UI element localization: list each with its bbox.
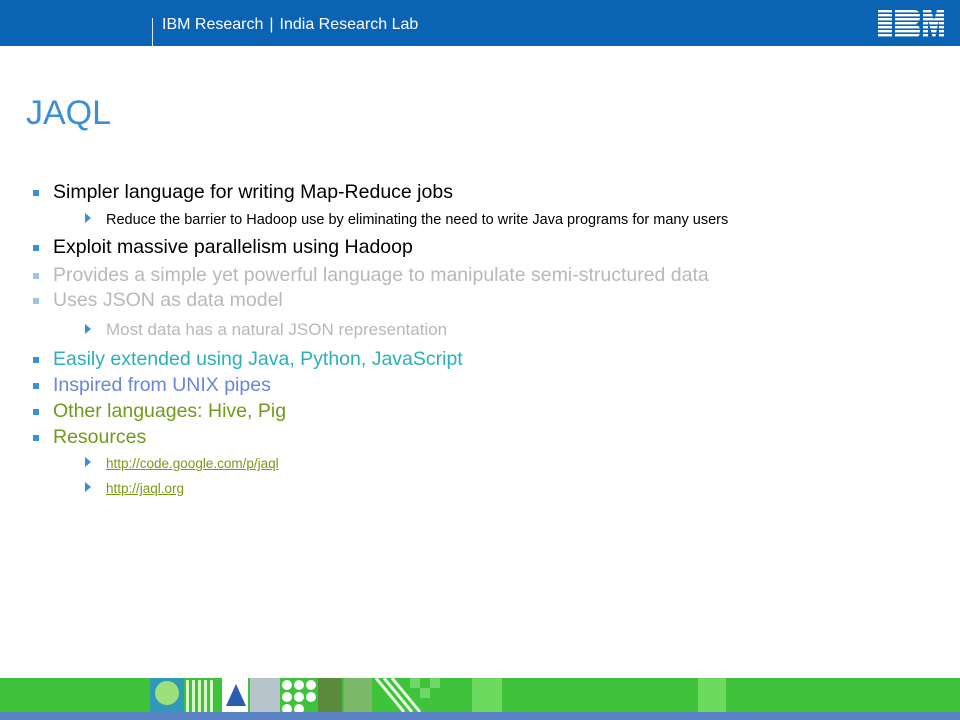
triangle-bullet-icon	[84, 212, 92, 224]
bullet-text: Inspired from UNIX pipes	[53, 374, 271, 396]
square-bullet-icon	[31, 243, 41, 253]
triangle-bullet-icon	[84, 456, 92, 468]
footer-blue-strip	[0, 712, 960, 720]
square-bullet-icon	[31, 271, 41, 281]
square-bullet-icon	[31, 355, 41, 365]
square-bullet-icon	[31, 188, 41, 198]
bullet-other-languages: Other languages: Hive, Pig	[31, 400, 286, 423]
footer-decoration	[0, 678, 960, 712]
bullet-text: Easily extended using Java, Python, Java…	[53, 348, 463, 370]
square-bullet-icon	[31, 407, 41, 417]
link-code-google-jaql[interactable]: http://code.google.com/p/jaql	[106, 456, 279, 471]
slide-content: Simpler language for writing Map-Reduce …	[0, 0, 960, 660]
bullet-resources: Resources	[31, 426, 146, 449]
bullet-simple-language: Provides a simple yet powerful language …	[31, 264, 709, 287]
bullet-exploit-parallelism: Exploit massive parallelism using Hadoop	[31, 236, 413, 259]
resource-link-jaql-org: http://jaql.org	[84, 480, 184, 498]
bullet-easily-extended: Easily extended using Java, Python, Java…	[31, 348, 463, 371]
bullet-json-model: Uses JSON as data model	[31, 289, 283, 312]
square-bullet-icon	[31, 381, 41, 391]
bullet-simpler-language: Simpler language for writing Map-Reduce …	[31, 181, 453, 204]
subbullet-text: Most data has a natural JSON representat…	[106, 320, 448, 339]
triangle-bullet-icon	[84, 323, 92, 335]
resource-link-google-code: http://code.google.com/p/jaql	[84, 455, 279, 473]
square-bullet-icon	[31, 433, 41, 443]
subbullet-reduce-barrier: Reduce the barrier to Hadoop use by elim…	[84, 212, 728, 228]
bullet-text: Uses JSON as data model	[53, 289, 283, 311]
bullet-text: Other languages: Hive, Pig	[53, 400, 287, 422]
bullet-unix-pipes: Inspired from UNIX pipes	[31, 374, 271, 397]
bullet-text: Resources	[53, 426, 147, 448]
bullet-text: Exploit massive parallelism using Hadoop	[53, 236, 413, 258]
bullet-text: Simpler language for writing Map-Reduce …	[53, 181, 453, 203]
link-jaql-org[interactable]: http://jaql.org	[106, 481, 184, 496]
triangle-bullet-icon	[84, 481, 92, 493]
subbullet-json-representation: Most data has a natural JSON representat…	[84, 320, 447, 340]
subbullet-text: Reduce the barrier to Hadoop use by elim…	[106, 212, 729, 228]
bullet-text: Provides a simple yet powerful language …	[53, 264, 709, 286]
square-bullet-icon	[31, 296, 41, 306]
